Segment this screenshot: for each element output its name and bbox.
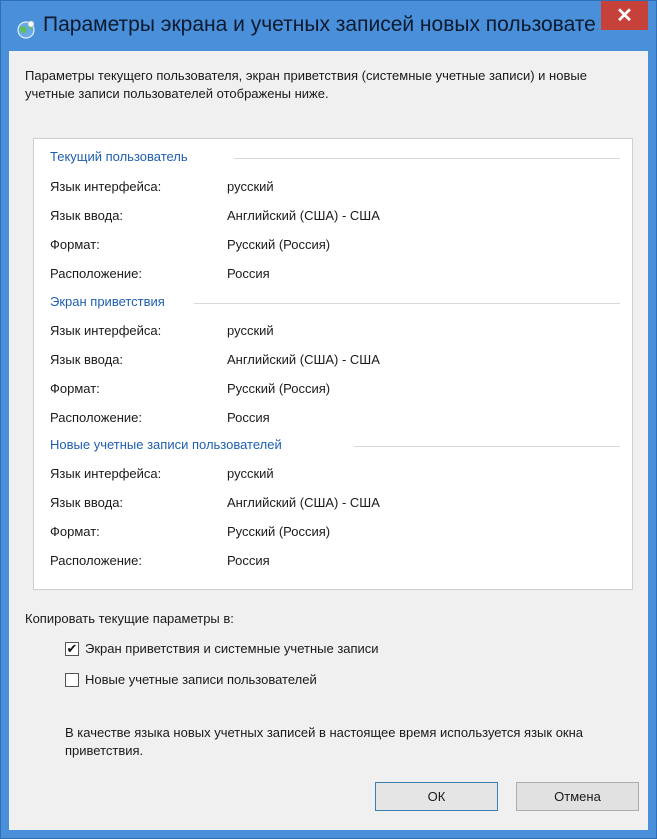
row-label: Язык интерфейса:: [50, 179, 162, 194]
row-label: Язык ввода:: [50, 208, 124, 223]
checkmark-icon: ✔: [66, 640, 78, 656]
title-bar[interactable]: Параметры экрана и учетных записей новых…: [1, 1, 656, 51]
window-title: Параметры экрана и учетных записей новых…: [43, 13, 598, 36]
checkbox-welcome-screen[interactable]: ✔ Экран приветствия и системные учетные …: [65, 641, 379, 656]
row-value: Россия: [227, 553, 270, 568]
checkbox[interactable]: ✔: [65, 640, 79, 656]
section-divider: [234, 158, 620, 159]
section-header-welcome-screen: Экран приветствия: [50, 294, 165, 309]
row-label: Формат:: [50, 237, 100, 252]
info-note: В качестве языка новых учетных записей в…: [65, 725, 584, 758]
close-icon: ✕: [616, 5, 633, 27]
close-button[interactable]: ✕: [601, 1, 648, 30]
row-value: Русский (Россия): [227, 524, 331, 539]
row-label: Язык ввода:: [50, 495, 124, 510]
row-label: Расположение:: [50, 266, 142, 281]
section-divider: [194, 303, 620, 304]
dialog-body: Параметры текущего пользователя, экран п…: [9, 51, 648, 830]
row-label: Язык интерфейса:: [50, 323, 162, 338]
row-label: Формат:: [50, 381, 100, 396]
section-header-current-user: Текущий пользователь: [50, 149, 188, 164]
row-label: Формат:: [50, 524, 100, 539]
checkbox-label[interactable]: Новые учетные записи пользователей: [85, 672, 317, 687]
checkbox-new-user-accounts[interactable]: Новые учетные записи пользователей: [65, 672, 317, 687]
row-value: Русский (Россия): [227, 237, 331, 252]
section-divider: [354, 446, 620, 447]
checkbox-label[interactable]: Экран приветствия и системные учетные за…: [85, 641, 379, 656]
row-value: Россия: [227, 410, 270, 425]
row-value: русский: [227, 179, 274, 194]
checkbox[interactable]: [65, 672, 79, 687]
ok-button[interactable]: ОК: [375, 782, 498, 811]
copy-settings-label: Копировать текущие параметры в:: [25, 611, 234, 626]
row-value: русский: [227, 323, 274, 338]
row-label: Язык интерфейса:: [50, 466, 162, 481]
row-label: Язык ввода:: [50, 352, 124, 367]
settings-panel: Текущий пользователь Язык интерфейса: рус…: [33, 138, 633, 590]
row-value: Россия: [227, 266, 270, 281]
globe-icon: [17, 20, 35, 39]
cancel-button[interactable]: Отмена: [516, 782, 639, 811]
row-value: Русский (Россия): [227, 381, 331, 396]
section-header-new-user-accounts: Новые учетные записи пользователей: [50, 437, 282, 452]
row-value: Английский (США) - США: [227, 352, 380, 367]
dialog-window: Параметры экрана и учетных записей новых…: [0, 0, 657, 839]
row-label: Расположение:: [50, 553, 142, 568]
row-value: Английский (США) - США: [227, 208, 380, 223]
row-value: русский: [227, 466, 274, 481]
row-label: Расположение:: [50, 410, 142, 425]
intro-text: Параметры текущего пользователя, экран п…: [25, 68, 587, 101]
row-value: Английский (США) - США: [227, 495, 380, 510]
